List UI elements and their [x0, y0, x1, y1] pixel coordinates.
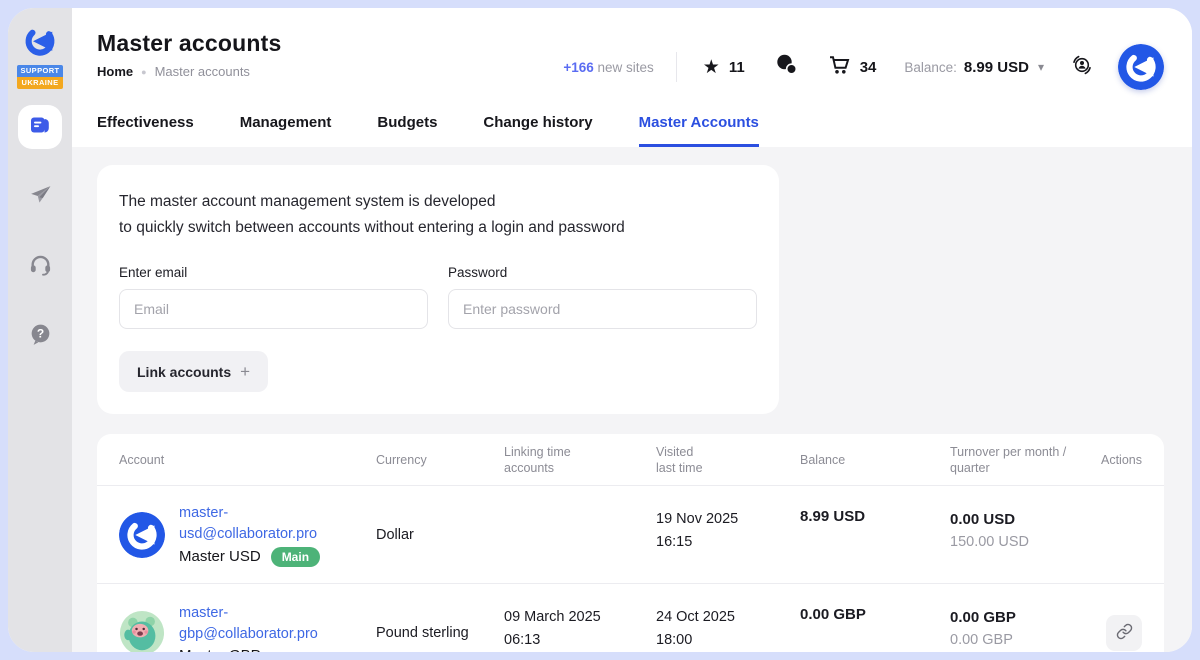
favorites-count: 11: [729, 59, 745, 76]
star-icon: ★: [703, 58, 720, 77]
turnover-cell: 0.00 USD 150.00 USD: [950, 508, 1100, 554]
tab-master-accounts[interactable]: Master Accounts: [639, 114, 759, 147]
app-window: SUPPORT UKRAINE: [8, 8, 1192, 652]
actions-cell: [1106, 615, 1142, 651]
plus-icon: +: [240, 363, 250, 380]
balance-dropdown[interactable]: Balance: 8.99 USD ▾: [904, 59, 1044, 76]
intro-line-1: The master account management system is …: [119, 189, 757, 215]
ukraine-label: UKRAINE: [17, 77, 63, 89]
password-field[interactable]: [448, 289, 757, 329]
breadcrumb-separator: ●: [141, 67, 146, 77]
header-divider: [676, 52, 677, 82]
sidebar: SUPPORT UKRAINE: [8, 8, 72, 652]
tab-management[interactable]: Management: [240, 114, 332, 147]
balance-cell: 8.99 USD: [800, 508, 950, 525]
email-label: Enter email: [119, 265, 428, 280]
collaborator-logo-icon: [18, 22, 62, 69]
account-email-link[interactable]: usd@collaborator.pro: [179, 524, 320, 545]
table-row: master- usd@collaborator.pro Master USD …: [97, 486, 1164, 584]
visited-cell: 24 Oct 2025 18:00: [656, 606, 800, 652]
account-name: Master GBP: [179, 647, 261, 653]
tab-bar: Effectiveness Management Budgets Change …: [97, 114, 1164, 147]
new-sites-link[interactable]: +166 new sites: [563, 60, 653, 75]
col-balance: Balance: [800, 452, 950, 468]
favorites-button[interactable]: ★ 11: [703, 58, 745, 77]
linking-time-cell: 09 March 2025 06:13: [504, 606, 656, 652]
visited-cell: 19 Nov 2025 16:15: [656, 508, 800, 554]
user-avatar[interactable]: [1118, 44, 1164, 90]
paper-plane-icon: [28, 182, 53, 212]
cart-icon: [828, 54, 851, 81]
chain-link-icon: [1116, 623, 1133, 643]
tab-effectiveness[interactable]: Effectiveness: [97, 114, 194, 147]
support-ukraine-badge: SUPPORT UKRAINE: [17, 65, 63, 89]
sidebar-item-referral[interactable]: [18, 175, 62, 219]
col-linking-time: Linking timeaccounts: [504, 444, 656, 476]
tab-budgets[interactable]: Budgets: [377, 114, 437, 147]
svg-text:?: ?: [36, 327, 43, 341]
cart-button[interactable]: 34: [828, 54, 877, 81]
switch-account-button[interactable]: [1070, 53, 1094, 82]
new-sites-count: +166: [563, 60, 593, 75]
account-email-link[interactable]: master-: [179, 503, 320, 524]
col-currency: Currency: [376, 452, 504, 468]
link-accounts-label: Link accounts: [137, 364, 231, 380]
accounts-table: Account Currency Linking timeaccounts Vi…: [97, 434, 1164, 652]
cart-count: 34: [860, 59, 877, 76]
sidebar-item-help[interactable]: ?: [18, 315, 62, 359]
account-name: Master USD: [179, 548, 261, 565]
email-field[interactable]: [119, 289, 428, 329]
chevron-down-icon: ▾: [1038, 60, 1044, 74]
new-sites-label: new sites: [598, 60, 654, 75]
document-icon: [28, 113, 52, 142]
balance-cell: 0.00 GBP: [800, 606, 950, 623]
col-visited: Visitedlast time: [656, 444, 800, 476]
messages-button[interactable]: [775, 53, 798, 81]
chat-icon: [775, 53, 798, 81]
link-accounts-button[interactable]: Link accounts +: [119, 351, 268, 392]
page-title: Master accounts: [97, 30, 282, 57]
tab-change-history[interactable]: Change history: [483, 114, 592, 147]
main-badge: Main: [271, 547, 320, 567]
switch-account-icon: [1070, 53, 1094, 82]
account-email-link[interactable]: gbp@collaborator.pro: [179, 624, 318, 645]
sidebar-item-support[interactable]: [18, 245, 62, 289]
col-actions: Actions: [1100, 452, 1142, 468]
link-account-card: The master account management system is …: [97, 165, 779, 414]
link-account-action-button[interactable]: [1106, 615, 1142, 651]
support-label: SUPPORT: [17, 65, 63, 77]
breadcrumb-home-link[interactable]: Home: [97, 64, 133, 79]
sidebar-logo[interactable]: SUPPORT UKRAINE: [17, 22, 63, 89]
question-bubble-icon: ?: [28, 322, 53, 352]
account-avatar-collaborator: [119, 512, 165, 558]
balance-value: 8.99 USD: [964, 59, 1029, 76]
currency-cell: Dollar: [376, 527, 504, 543]
breadcrumb: Home ● Master accounts: [97, 64, 282, 79]
currency-cell: Pound sterling: [376, 625, 504, 641]
balance-label: Balance:: [904, 60, 957, 75]
col-turnover: Turnover per month /quarter: [950, 444, 1100, 476]
table-row: master- gbp@collaborator.pro Master GBP …: [97, 584, 1164, 652]
content-area: The master account management system is …: [72, 147, 1192, 652]
headset-icon: [28, 252, 53, 282]
breadcrumb-current: Master accounts: [155, 64, 250, 79]
password-label: Password: [448, 265, 757, 280]
table-header-row: Account Currency Linking timeaccounts Vi…: [97, 434, 1164, 486]
account-email-link[interactable]: master-: [179, 603, 318, 624]
account-avatar-monster: [119, 610, 165, 652]
turnover-cell: 0.00 GBP 0.00 GBP: [950, 606, 1100, 652]
intro-line-2: to quickly switch between accounts witho…: [119, 215, 757, 241]
sidebar-item-projects[interactable]: [18, 105, 62, 149]
page-header: Master accounts Home ● Master accounts +…: [72, 8, 1192, 147]
col-account: Account: [119, 452, 376, 468]
